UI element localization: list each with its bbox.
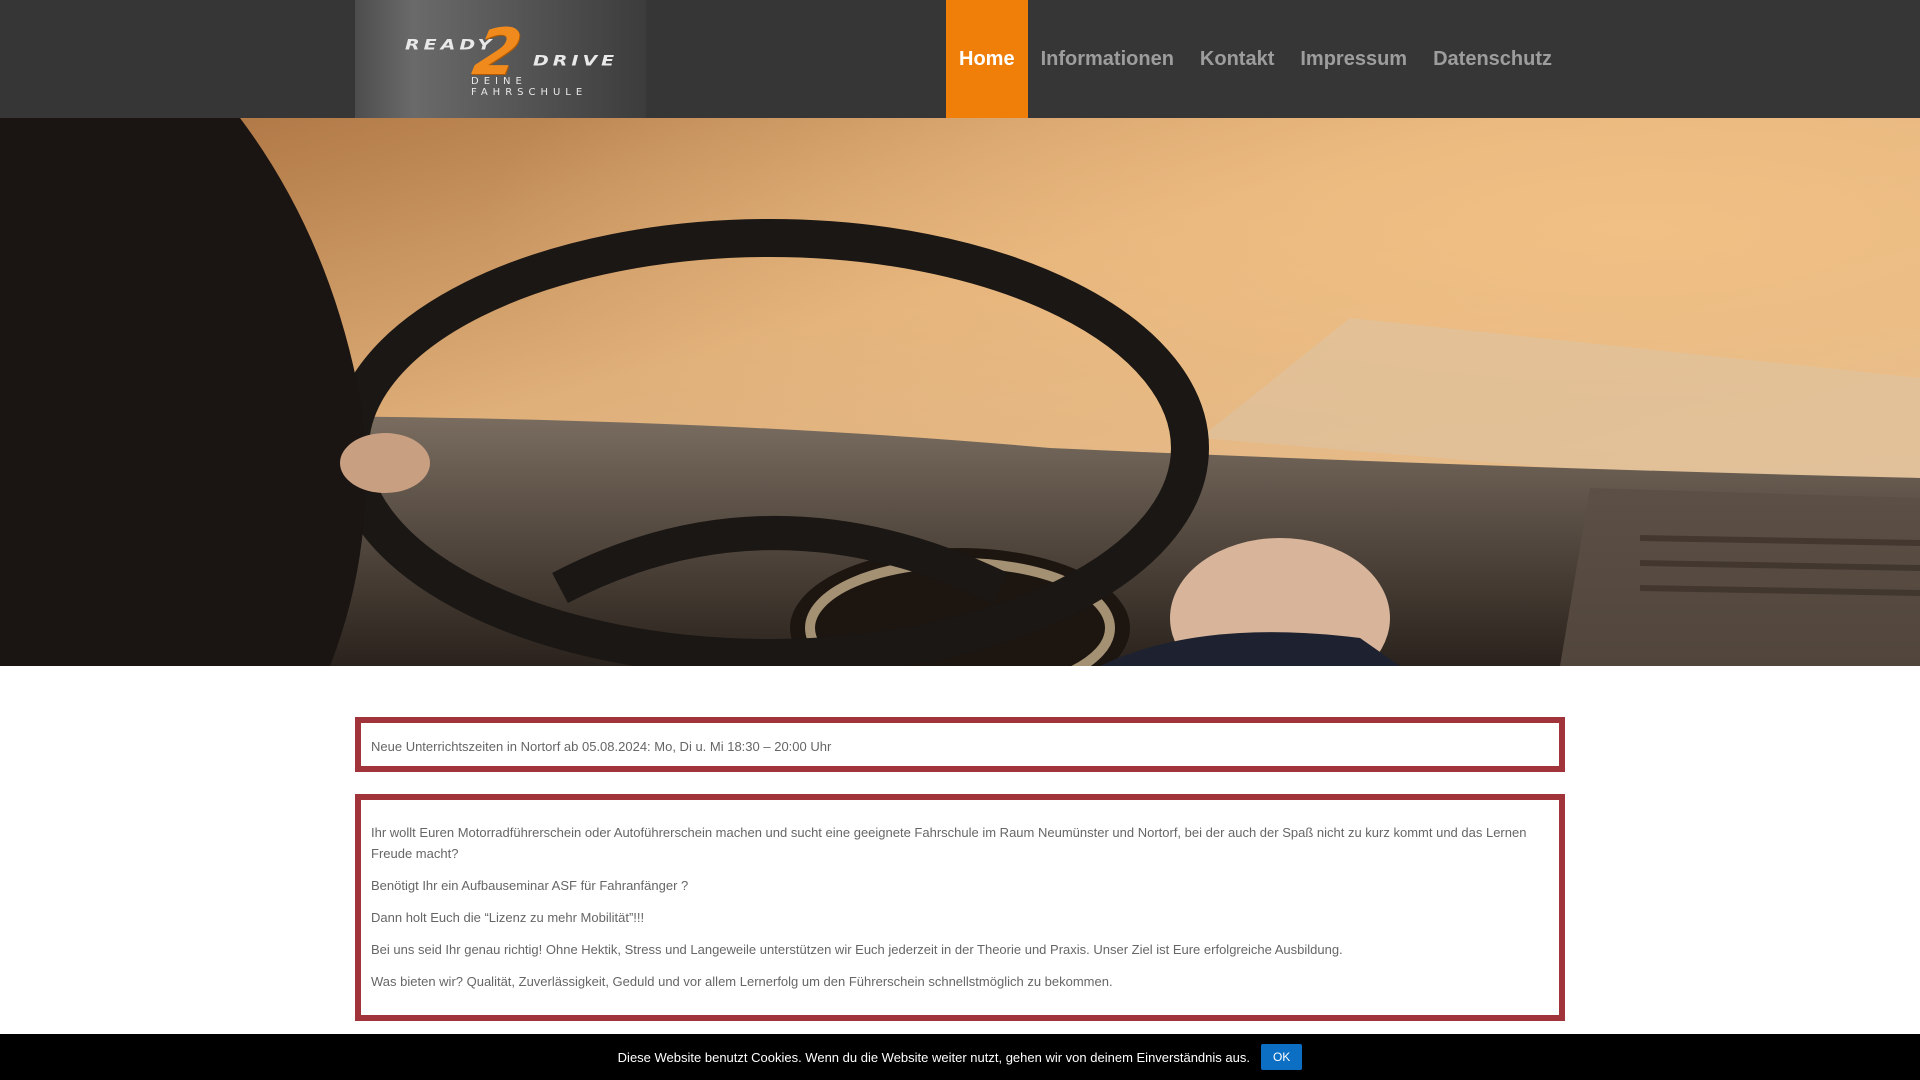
nav-item-impressum[interactable]: Impressum — [1287, 0, 1420, 118]
cookie-accept-button[interactable]: OK — [1260, 1044, 1303, 1070]
intro-paragraph: Benötigt Ihr ein Aufbauseminar ASF für F… — [371, 878, 689, 893]
main-navigation: Home Informationen Kontakt Impressum Dat… — [946, 0, 1565, 118]
site-logo[interactable]: READY 2 DRIVE DEINE FAHRSCHULE — [355, 0, 646, 118]
cookie-text: Diese Website benutzt Cookies. Wenn du d… — [617, 1049, 1250, 1065]
logo-wordmark: READY 2 DRIVE — [405, 16, 635, 90]
notice-box: Neue Unterrichtszeiten in Nortorf ab 05.… — [355, 717, 1565, 772]
intro-box: Ihr wollt Euren Motorradführerschein ode… — [355, 794, 1565, 1021]
intro-paragraph: Dann holt Euch die “Lizenz zu mehr Mobil… — [371, 910, 645, 925]
nav-item-home[interactable]: Home — [946, 0, 1028, 118]
driver-steering-wheel-illustration — [0, 118, 1920, 666]
site-header: READY 2 DRIVE DEINE FAHRSCHULE Home Info… — [0, 0, 1920, 118]
intro-paragraph: Bei uns seid Ihr genau richtig! Ohne Hek… — [371, 942, 1343, 957]
intro-paragraph: Ihr wollt Euren Motorradführerschein ode… — [371, 825, 1527, 861]
hero-banner-image — [0, 118, 1920, 666]
logo-tagline: DEINE FAHRSCHULE — [471, 76, 588, 98]
nav-item-datenschutz[interactable]: Datenschutz — [1420, 0, 1565, 118]
intro-paragraph: Was bieten wir? Qualität, Zuverlässigkei… — [371, 974, 1113, 989]
nav-item-informationen[interactable]: Informationen — [1028, 0, 1187, 118]
nav-item-kontakt[interactable]: Kontakt — [1187, 0, 1287, 118]
notice-text: Neue Unterrichtszeiten in Nortorf ab 05.… — [371, 739, 832, 754]
cookie-banner: Diese Website benutzt Cookies. Wenn du d… — [0, 1034, 1920, 1080]
logo-word-drive: DRIVE — [533, 52, 619, 70]
